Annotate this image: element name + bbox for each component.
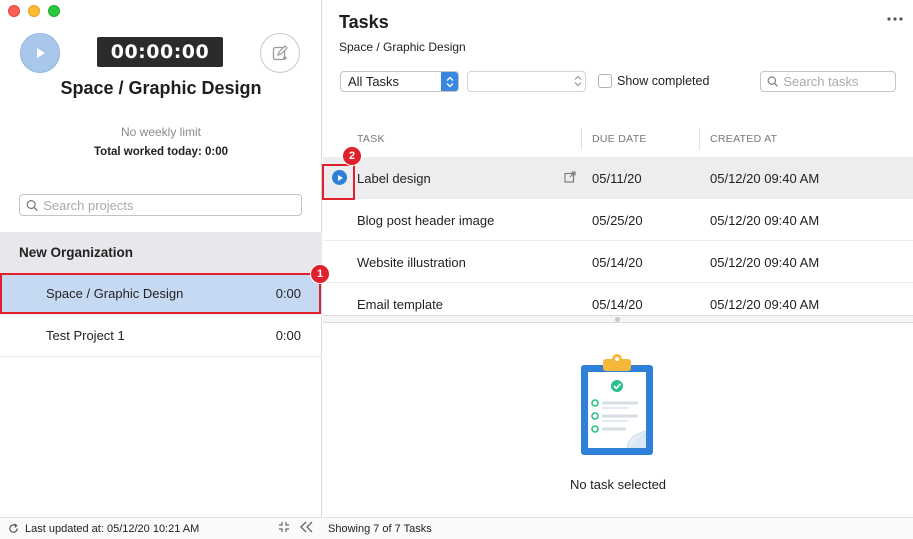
column-header-due-date[interactable]: DUE DATE	[592, 133, 647, 145]
project-search-field[interactable]	[19, 194, 302, 216]
task-name: Label design	[357, 171, 431, 186]
collapse-sidebar-icon[interactable]	[300, 521, 314, 533]
minimize-window-button[interactable]	[28, 5, 40, 17]
chevron-updown-icon	[446, 76, 453, 87]
show-completed-toggle[interactable]: Show completed	[598, 74, 709, 88]
refresh-icon[interactable]	[8, 523, 19, 534]
task-due-date: 05/14/20	[592, 255, 643, 270]
total-worked-today: Total worked today: 0:00	[94, 146, 228, 158]
start-timer-button[interactable]	[20, 33, 60, 73]
task-row[interactable]: Email template 05/14/20 05/12/20 09:40 A…	[323, 283, 913, 315]
compress-icon[interactable]	[278, 521, 290, 533]
sidebar-footer: Last updated at: 05/12/20 10:21 AM	[0, 517, 322, 539]
task-name: Website illustration	[357, 255, 466, 270]
current-project-title: Space / Graphic Design	[60, 78, 262, 98]
task-search-field[interactable]	[760, 71, 896, 92]
window-controls	[8, 5, 60, 17]
task-row[interactable]: Website illustration 05/14/20 05/12/20 0…	[323, 241, 913, 283]
organization-header: New Organization	[0, 232, 322, 273]
tasks-footer: Showing 7 of 7 Tasks	[323, 517, 913, 539]
annotation-badge-2: 2	[342, 146, 362, 166]
column-header-task[interactable]: TASK	[357, 133, 385, 145]
sidebar-panel: 00:00:00 Space / Graphic Design No weekl…	[0, 0, 322, 539]
task-name: Email template	[357, 297, 443, 312]
empty-state-text: No task selected	[569, 477, 667, 492]
tasks-project-subtitle: Space / Graphic Design	[339, 40, 466, 54]
start-task-timer-button[interactable]	[332, 170, 347, 185]
select-stepper	[441, 72, 458, 91]
secondary-filter-select[interactable]	[467, 71, 586, 92]
project-time: 0:00	[275, 328, 301, 343]
tasks-title: Tasks	[339, 12, 389, 32]
task-row[interactable]: Blog post header image 05/25/20 05/12/20…	[323, 199, 913, 241]
chevron-updown-icon	[574, 75, 582, 87]
task-row[interactable]: Label design 05/11/20 05/12/20 09:40 AM	[323, 157, 913, 199]
timer-display: 00:00:00	[97, 37, 223, 67]
task-created-at: 05/12/20 09:40 AM	[710, 171, 820, 186]
splitter-handle[interactable]	[615, 317, 620, 322]
edit-icon	[272, 45, 288, 61]
project-time: 0:00	[275, 286, 301, 301]
search-icon	[26, 199, 38, 211]
task-due-date: 05/11/20	[592, 171, 642, 186]
last-updated-text: Last updated at: 05/12/20 10:21 AM	[25, 522, 200, 535]
column-header-created-at[interactable]: CREATED AT	[710, 133, 777, 145]
task-created-at: 05/12/20 09:40 AM	[710, 213, 820, 228]
more-options-button[interactable]	[887, 8, 903, 24]
task-table-header: TASK DUE DATE CREATED AT	[323, 126, 913, 152]
clipboard-icon	[581, 354, 653, 455]
show-completed-label: Show completed	[617, 74, 710, 88]
open-external-icon[interactable]	[564, 171, 576, 183]
task-name: Blog post header image	[357, 213, 495, 228]
zoom-window-button[interactable]	[48, 5, 60, 17]
column-divider	[699, 128, 700, 150]
task-filter-value: All Tasks	[348, 74, 400, 89]
task-due-date: 05/25/20	[592, 213, 643, 228]
project-name: Test Project 1	[46, 328, 125, 343]
task-due-date: 05/14/20	[592, 297, 643, 312]
annotation-badge-1: 1	[310, 264, 330, 284]
tasks-panel: Tasks Space / Graphic Design All Tasks S…	[323, 0, 913, 539]
task-created-at: 05/12/20 09:40 AM	[710, 297, 820, 312]
play-icon	[37, 48, 45, 58]
close-window-button[interactable]	[8, 5, 20, 17]
project-name: Space / Graphic Design	[46, 286, 184, 301]
task-filter-select[interactable]: All Tasks	[340, 71, 459, 92]
project-row-space-graphic-design[interactable]: Space / Graphic Design 0:00	[0, 273, 322, 315]
weekly-limit-text: No weekly limit	[120, 125, 201, 139]
column-divider	[581, 128, 582, 150]
show-completed-checkbox[interactable]	[598, 74, 612, 88]
task-created-at: 05/12/20 09:40 AM	[710, 255, 820, 270]
edit-note-button[interactable]	[260, 33, 300, 73]
task-search-input[interactable]	[783, 74, 895, 89]
pane-splitter[interactable]	[323, 315, 913, 323]
play-icon	[337, 174, 343, 181]
project-row-test-project-1[interactable]: Test Project 1 0:00	[0, 315, 322, 357]
search-icon	[767, 76, 778, 87]
project-search-input[interactable]	[43, 197, 301, 213]
more-icon	[887, 17, 903, 21]
task-count-text: Showing 7 of 7 Tasks	[328, 522, 432, 535]
